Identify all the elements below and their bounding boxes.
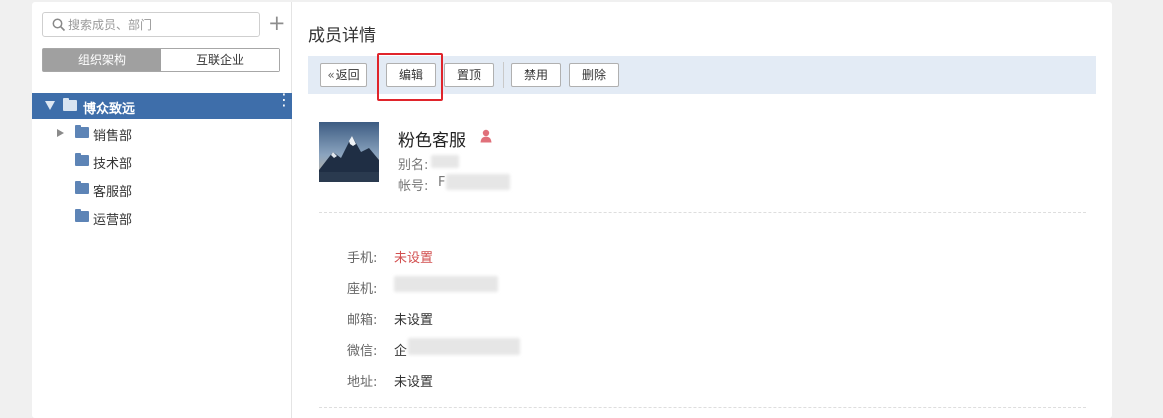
landline-label: 座机: bbox=[347, 282, 378, 297]
pin-top-button[interactable]: 置顶 bbox=[444, 63, 494, 87]
mobile-label: 手机: bbox=[347, 251, 378, 266]
mountain-photo-icon bbox=[319, 122, 379, 182]
wechat-prefix: 企 bbox=[394, 344, 408, 359]
tree-item-sales[interactable]: 销售部 bbox=[32, 119, 292, 147]
tree-item-label: 销售部 bbox=[93, 129, 133, 144]
org-tab-switch: 组织架构 互联企业 bbox=[42, 48, 280, 72]
alias-value-redacted bbox=[431, 155, 459, 168]
person-icon bbox=[480, 129, 492, 143]
mobile-value: 未设置 bbox=[394, 251, 434, 266]
search-input[interactable] bbox=[68, 16, 253, 33]
member-detail-panel: 成员详情 «返回 编辑 置顶 禁用 删除 粉色客服 别名: 帐号: F 手机: … bbox=[293, 2, 1112, 418]
email-label: 邮箱: bbox=[347, 313, 378, 328]
page-title: 成员详情 bbox=[308, 26, 376, 46]
action-toolbar: «返回 编辑 置顶 禁用 删除 bbox=[308, 56, 1096, 94]
tree-item-operations[interactable]: 运营部 bbox=[32, 203, 292, 231]
section-divider bbox=[319, 212, 1086, 213]
tab-linked-companies[interactable]: 互联企业 bbox=[161, 49, 279, 71]
tree-root-label: 博众致远 bbox=[83, 102, 136, 117]
tree-item-support[interactable]: 客服部 bbox=[32, 175, 292, 203]
account-label: 帐号: bbox=[398, 179, 429, 194]
account-value-redacted bbox=[446, 174, 510, 190]
landline-value-redacted bbox=[394, 276, 498, 292]
disable-button[interactable]: 禁用 bbox=[511, 63, 561, 87]
add-icon[interactable]: + bbox=[268, 13, 286, 34]
toolbar-divider bbox=[503, 62, 504, 88]
search-box[interactable] bbox=[42, 12, 260, 37]
email-value: 未设置 bbox=[394, 313, 434, 328]
caret-down-icon[interactable] bbox=[45, 101, 55, 110]
folder-icon bbox=[75, 125, 89, 138]
folder-icon bbox=[63, 98, 77, 111]
folder-icon bbox=[75, 153, 89, 166]
folder-icon bbox=[75, 181, 89, 194]
tree-item-label: 运营部 bbox=[93, 213, 133, 228]
org-sidebar: + 组织架构 互联企业 博众致远 ⋮ 销售部 技术部 客 bbox=[32, 2, 292, 418]
more-vertical-icon[interactable]: ⋮ bbox=[276, 92, 292, 108]
tree-item-label: 技术部 bbox=[93, 157, 133, 172]
section-divider bbox=[319, 407, 1086, 408]
account-prefix: F bbox=[438, 175, 446, 190]
back-button-label: 返回 bbox=[335, 68, 360, 82]
app-window: + 组织架构 互联企业 博众致远 ⋮ 销售部 技术部 客 bbox=[32, 2, 1112, 418]
caret-right-icon[interactable] bbox=[57, 129, 64, 137]
tree-root-item[interactable]: 博众致远 ⋮ bbox=[32, 92, 292, 119]
tree-item-tech[interactable]: 技术部 bbox=[32, 147, 292, 175]
double-chevron-left-icon: « bbox=[327, 68, 335, 82]
org-tree: 博众致远 ⋮ 销售部 技术部 客服部 运营部 bbox=[32, 92, 292, 231]
back-button[interactable]: «返回 bbox=[320, 63, 367, 87]
wechat-value-redacted bbox=[408, 338, 520, 355]
tree-item-label: 客服部 bbox=[93, 185, 133, 200]
address-label: 地址: bbox=[347, 375, 378, 390]
wechat-label: 微信: bbox=[347, 344, 378, 359]
delete-button[interactable]: 删除 bbox=[569, 63, 619, 87]
folder-icon bbox=[75, 209, 89, 222]
avatar bbox=[319, 122, 379, 182]
tab-org-structure[interactable]: 组织架构 bbox=[43, 49, 161, 71]
address-value: 未设置 bbox=[394, 375, 434, 390]
search-icon bbox=[52, 18, 66, 32]
edit-button[interactable]: 编辑 bbox=[386, 63, 436, 87]
alias-label: 别名: bbox=[398, 158, 429, 173]
member-name: 粉色客服 bbox=[398, 131, 466, 151]
